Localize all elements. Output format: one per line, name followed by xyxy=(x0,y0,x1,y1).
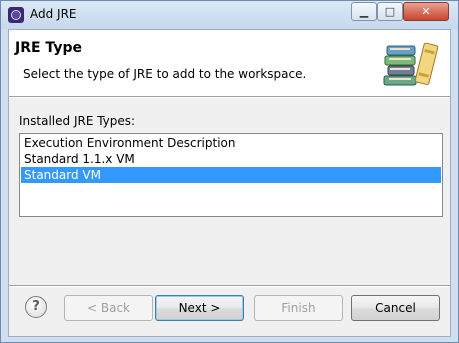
header-separator-highlight xyxy=(9,97,450,98)
minimize-button[interactable]: ▁ xyxy=(351,2,377,21)
jre-types-label: Installed JRE Types: xyxy=(19,114,136,128)
next-button[interactable]: Next > xyxy=(155,295,244,321)
back-button[interactable]: < Back xyxy=(64,295,153,321)
title-bar[interactable]: Add JRE ▁ □ ✕ xyxy=(1,1,458,29)
dialog-client-area: JRE Type Select the type of JRE to add t… xyxy=(8,29,451,337)
close-button[interactable]: ✕ xyxy=(403,2,449,21)
footer-separator-highlight xyxy=(9,286,450,287)
window-title: Add JRE xyxy=(30,7,77,21)
list-item-standard-1-1-x-vm[interactable]: Standard 1.1.x VM xyxy=(21,151,441,167)
finish-button[interactable]: Finish xyxy=(254,295,343,321)
add-jre-dialog: Add JRE ▁ □ ✕ JRE Type Select the type o… xyxy=(0,0,459,343)
maximize-button[interactable]: □ xyxy=(377,2,403,21)
page-title: JRE Type xyxy=(15,40,82,56)
jre-types-list[interactable]: Execution Environment Description Standa… xyxy=(19,133,443,217)
list-item-standard-vm[interactable]: Standard VM xyxy=(21,167,441,183)
books-icon xyxy=(383,42,439,86)
help-icon[interactable]: ? xyxy=(25,296,47,318)
wizard-header: JRE Type Select the type of JRE to add t… xyxy=(9,30,450,96)
cancel-button[interactable]: Cancel xyxy=(351,295,440,321)
list-item-execution-environment-description[interactable]: Execution Environment Description xyxy=(21,135,441,151)
eclipse-app-icon xyxy=(8,7,24,23)
page-description: Select the type of JRE to add to the wor… xyxy=(23,67,307,81)
